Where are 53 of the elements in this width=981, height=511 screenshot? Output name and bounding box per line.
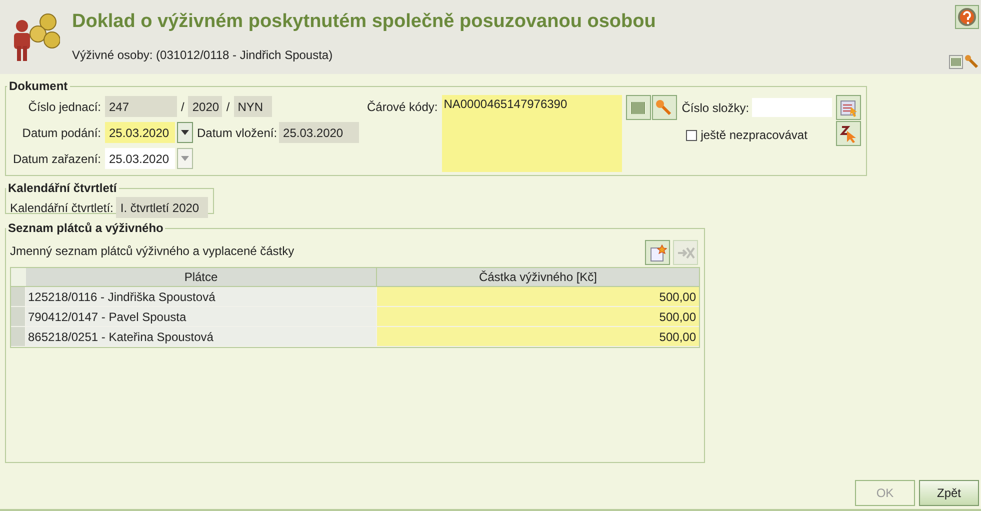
table-caption: Jmenný seznam plátců výživného a vyplacené částky (10, 243, 294, 260)
barcode-button[interactable] (626, 95, 651, 120)
separator-text: / (180, 98, 186, 116)
barcode-textarea[interactable]: NA0000465147976390 (442, 95, 622, 172)
z-cursor-icon (840, 124, 858, 142)
field-label: Číslo jednací: (27, 98, 102, 116)
separator-text: / (225, 98, 231, 116)
barcode-icon[interactable] (949, 55, 963, 69)
z-cursor-button[interactable] (836, 121, 862, 146)
table-cell: 865218/0251 - Kateřina Spoustová (26, 327, 377, 346)
header-corner (11, 268, 26, 286)
list-cursor-icon (840, 98, 858, 116)
table-cell: 500,00 (377, 307, 699, 326)
column-header[interactable]: Plátce (26, 268, 377, 286)
barcode-icon (630, 100, 646, 116)
field-label: Kalendářní čtvrtletí: (10, 200, 114, 216)
input-field[interactable]: 2020 (188, 96, 222, 117)
section-title: Dokument (8, 78, 69, 95)
dropdown-button[interactable] (177, 122, 193, 143)
section-title: Seznam plátců a výživného (7, 220, 164, 237)
input-field[interactable]: 25.03.2020 (279, 122, 360, 143)
section-title: Kalendářní čtvrtletí (7, 180, 118, 197)
input-field[interactable]: NYN (234, 96, 272, 117)
list-select-button[interactable] (836, 95, 862, 120)
checkbox[interactable] (686, 130, 697, 140)
add-row-button[interactable] (645, 240, 670, 265)
input-field[interactable]: I. čtvrtletí 2020 (116, 197, 208, 218)
input-field[interactable]: 25.03.2020 (105, 148, 175, 169)
new-document-icon (648, 244, 666, 262)
input-field[interactable]: 25.03.2020 (105, 122, 175, 143)
field-label: Čárové kódy: (367, 99, 438, 116)
input-field[interactable] (752, 98, 832, 117)
caret-icon (181, 156, 189, 161)
input-field[interactable]: 247 (105, 96, 177, 117)
field-label: Datum zařazení: (12, 150, 102, 168)
caret-icon (181, 130, 189, 135)
dialog-button[interactable]: Zpět (919, 480, 979, 506)
table-cell: 125218/0116 - Jindřiška Spoustová (26, 287, 377, 306)
column-header[interactable]: Částka výživného [Kč] (377, 268, 699, 286)
table-cell: 500,00 (377, 287, 699, 306)
page-title: Doklad o výživném poskytnutém společně posuzovanou osobou (72, 10, 656, 34)
field-label: Číslo složky: (682, 100, 750, 116)
table-cell: 500,00 (377, 327, 699, 346)
checkbox-label: ještě nezpracovávat (700, 127, 808, 144)
field-label: Datum vložení: (197, 124, 278, 142)
wrench-icon (655, 98, 674, 116)
subtitle: Výživné osoby: (031012/0118 - Jindřich Spousta) (72, 46, 334, 64)
wrench-icon[interactable] (965, 55, 979, 69)
wrench-button[interactable] (652, 95, 677, 120)
field-label: Datum podání: (21, 124, 102, 142)
help-button[interactable] (955, 5, 979, 29)
table-cell: 790412/0147 - Pavel Spousta (26, 307, 377, 326)
question-icon (957, 7, 977, 27)
